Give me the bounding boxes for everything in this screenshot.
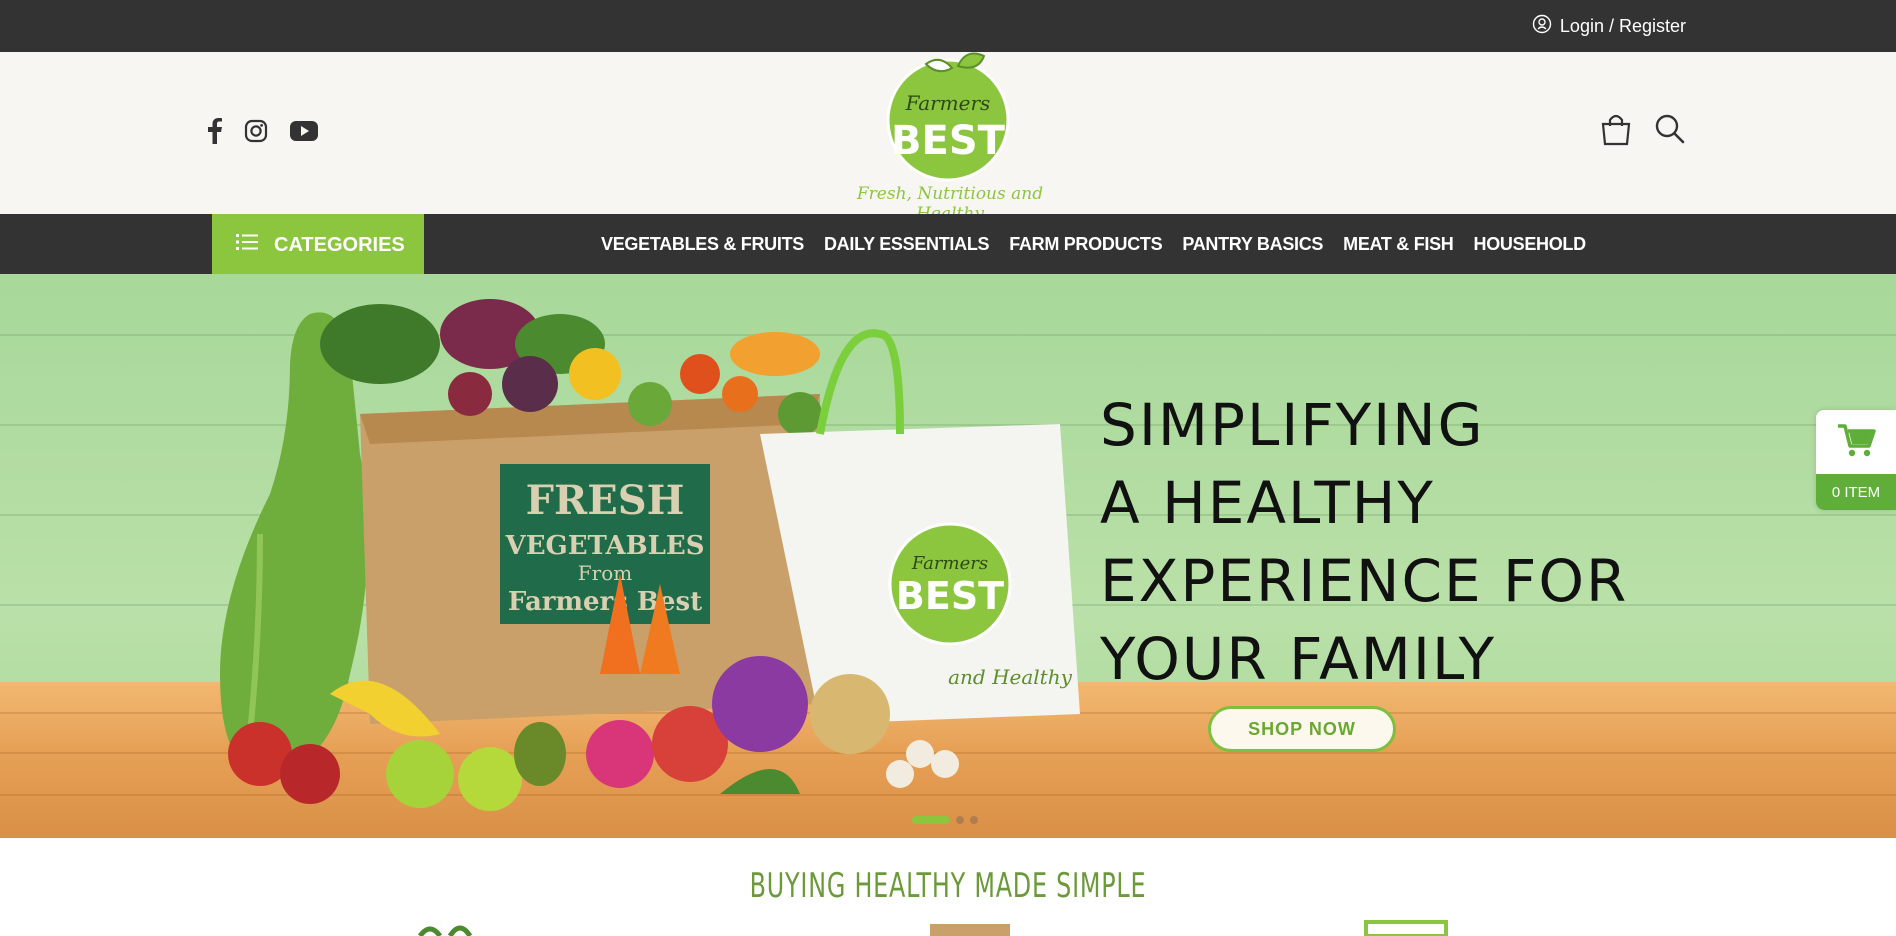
- nav-item-vegetables-fruits[interactable]: VEGETABLES & FRUITS: [601, 234, 804, 255]
- search-icon[interactable]: [1654, 113, 1686, 150]
- feature-image-1: [417, 925, 473, 936]
- social-links: [208, 118, 318, 149]
- slide-dot-1[interactable]: [912, 816, 950, 824]
- svg-text:Farmers Best: Farmers Best: [508, 587, 702, 617]
- svg-text:VEGETABLES: VEGETABLES: [505, 531, 705, 561]
- slide-dot-3[interactable]: [970, 816, 978, 824]
- headline-line-2: A HEALTHY: [1100, 469, 1435, 537]
- site-header: Farmers BEST Fresh, Nutritious and Healt…: [0, 52, 1896, 224]
- nav-item-household[interactable]: HOUSEHOLD: [1474, 234, 1587, 255]
- top-bar: Login / Register: [0, 0, 1896, 52]
- categories-label: CATEGORIES: [274, 233, 405, 256]
- headline-line-1: SIMPLIFYING: [1100, 391, 1485, 459]
- headline-line-3: EXPERIENCE FOR: [1100, 547, 1629, 615]
- nav-item-daily-essentials[interactable]: DAILY ESSENTIALS: [824, 234, 990, 255]
- shopping-bag-icon[interactable]: [1600, 112, 1632, 151]
- login-register-label: Login / Register: [1559, 16, 1686, 36]
- cart-count: 0 ITEM: [1816, 474, 1896, 510]
- list-icon: [236, 233, 258, 257]
- section-title: BUYING HEALTHY MADE SIMPLE: [749, 866, 1147, 906]
- shop-now-button[interactable]: SHOP NOW: [1208, 706, 1396, 752]
- feature-image-2: [930, 924, 1010, 936]
- svg-text:BEST: BEST: [896, 574, 1004, 618]
- produce-illustration: FRESH VEGETABLES From Farmers Best Farme…: [220, 299, 1080, 811]
- categories-button[interactable]: CATEGORIES: [212, 214, 424, 276]
- svg-text:Farmers: Farmers: [911, 553, 988, 574]
- nav-item-meat-fish[interactable]: MEAT & FISH: [1343, 234, 1454, 255]
- youtube-icon[interactable]: [290, 120, 318, 147]
- svg-text:and Healthy: and Healthy: [948, 665, 1072, 689]
- nav-item-pantry-basics[interactable]: PANTRY BASICS: [1182, 234, 1323, 255]
- floating-cart[interactable]: 0 ITEM: [1816, 410, 1896, 510]
- feature-image-3: [1364, 920, 1448, 936]
- site-logo[interactable]: Farmers BEST Fresh, Nutritious and Healt…: [840, 52, 1060, 224]
- svg-text:BEST: BEST: [891, 118, 1006, 164]
- instagram-icon[interactable]: [244, 119, 268, 148]
- nav-item-farm-products[interactable]: FARM PRODUCTS: [1009, 234, 1162, 255]
- nav-menu: VEGETABLES & FRUITS DAILY ESSENTIALS FAR…: [601, 214, 1586, 274]
- slide-dot-2[interactable]: [956, 816, 964, 824]
- main-navigation: CATEGORIES VEGETABLES & FRUITS DAILY ESS…: [0, 214, 1896, 276]
- header-actions: [1600, 112, 1686, 151]
- slider-dots: [912, 816, 978, 824]
- headline-line-4: YOUR FAMILY: [1100, 625, 1496, 693]
- user-icon: [1532, 14, 1552, 39]
- svg-text:From: From: [578, 561, 632, 585]
- hero-headline: SIMPLIFYING A HEALTHY EXPERIENCE FOR YOU…: [1100, 386, 1628, 698]
- svg-text:Farmers: Farmers: [905, 91, 991, 115]
- cart-icon: [1836, 422, 1876, 463]
- login-register-link[interactable]: Login / Register: [1532, 14, 1686, 39]
- hero-banner[interactable]: FRESH VEGETABLES From Farmers Best Farme…: [0, 274, 1896, 838]
- svg-text:FRESH: FRESH: [526, 477, 685, 524]
- facebook-icon[interactable]: [208, 118, 222, 149]
